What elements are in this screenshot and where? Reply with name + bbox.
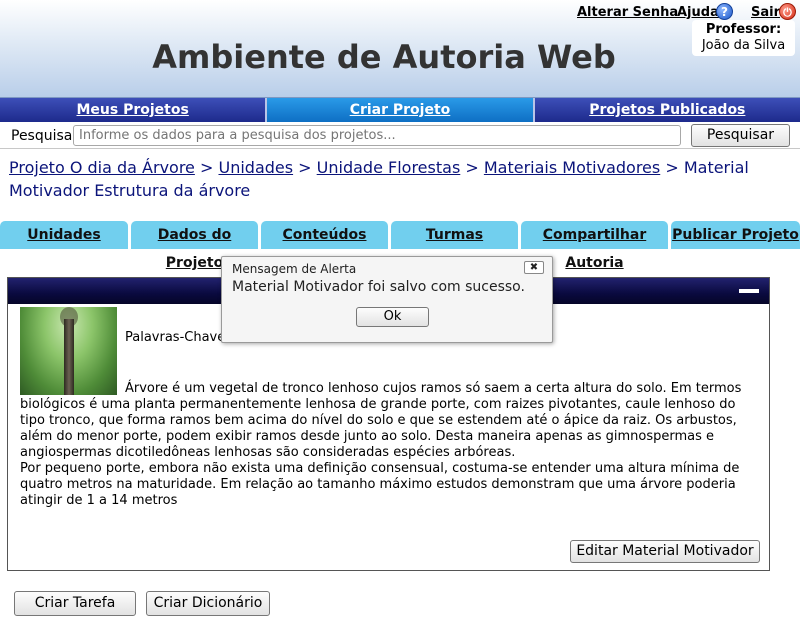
page-title: Ambiente de Autoria Web — [152, 38, 616, 76]
search-button[interactable]: Pesquisar — [691, 124, 790, 147]
breadcrumb: Projeto O dia da Árvore > Unidades > Uni… — [9, 156, 789, 202]
alert-message: Material Motivador foi salvo com sucesso… — [232, 279, 525, 295]
nav-create-project[interactable]: Criar Projeto — [267, 98, 535, 122]
breadcrumb-link-units[interactable]: Unidades — [218, 158, 293, 177]
close-icon[interactable]: ✖ — [524, 261, 544, 274]
power-icon[interactable]: ⏻ — [779, 3, 796, 20]
search-input[interactable] — [73, 125, 681, 146]
tab-units[interactable]: Unidades — [0, 221, 128, 249]
tab-contents[interactable]: Conteúdos — [261, 221, 388, 249]
breadcrumb-separator: > — [298, 158, 312, 177]
search-label: Pesquisa — [11, 128, 73, 144]
breadcrumb-separator: > — [665, 158, 679, 177]
create-dictionary-button[interactable]: Criar Dicionário — [146, 591, 270, 616]
help-link[interactable]: Ajuda — [677, 5, 719, 20]
alert-dialog: Mensagem de Alerta ✖ Material Motivador … — [221, 256, 553, 343]
breadcrumb-link-materials[interactable]: Materiais Motivadores — [484, 158, 660, 177]
breadcrumb-link-project[interactable]: Projeto O dia da Árvore — [9, 158, 195, 177]
change-password-link[interactable]: Alterar Senha — [577, 5, 678, 20]
paragraph: Por pequeno porte, embora não exista uma… — [20, 461, 740, 508]
project-tabs: Unidades Dados do Projeto Conteúdos Turm… — [0, 221, 800, 271]
breadcrumb-separator: > — [465, 158, 479, 177]
tab-classes[interactable]: Turmas — [391, 221, 518, 249]
search-bar: Pesquisa Pesquisar — [0, 122, 800, 149]
tab-project-data[interactable]: Dados do Projeto — [131, 221, 258, 271]
app-header: Alterar Senha Ajuda ? Sair ⏻ Professor: … — [0, 0, 800, 98]
main-nav: Meus Projetos Criar Projeto Projetos Pub… — [0, 98, 800, 122]
exit-link[interactable]: Sair — [751, 5, 780, 20]
user-role: Professor: — [705, 22, 782, 37]
material-text: Árvore é um vegetal de tronco lenhoso cu… — [20, 381, 762, 509]
alert-title: Mensagem de Alerta — [232, 262, 357, 276]
tab-share-authorship[interactable]: Compartilhar Autoria — [521, 221, 668, 271]
tab-publish-project[interactable]: Publicar Projeto — [671, 221, 800, 249]
breadcrumb-separator: > — [199, 158, 214, 177]
edit-material-button[interactable]: Editar Material Motivador — [570, 540, 760, 563]
nav-published-projects[interactable]: Projetos Publicados — [534, 98, 800, 122]
paragraph: Árvore é um vegetal de tronco lenhoso cu… — [20, 381, 742, 460]
nav-my-projects[interactable]: Meus Projetos — [0, 98, 268, 122]
breadcrumb-link-unit[interactable]: Unidade Florestas — [317, 158, 461, 177]
question-circle-icon[interactable]: ? — [716, 3, 733, 20]
ok-button[interactable]: Ok — [356, 307, 429, 327]
create-task-button[interactable]: Criar Tarefa — [14, 591, 136, 616]
minimize-icon[interactable] — [739, 289, 759, 293]
